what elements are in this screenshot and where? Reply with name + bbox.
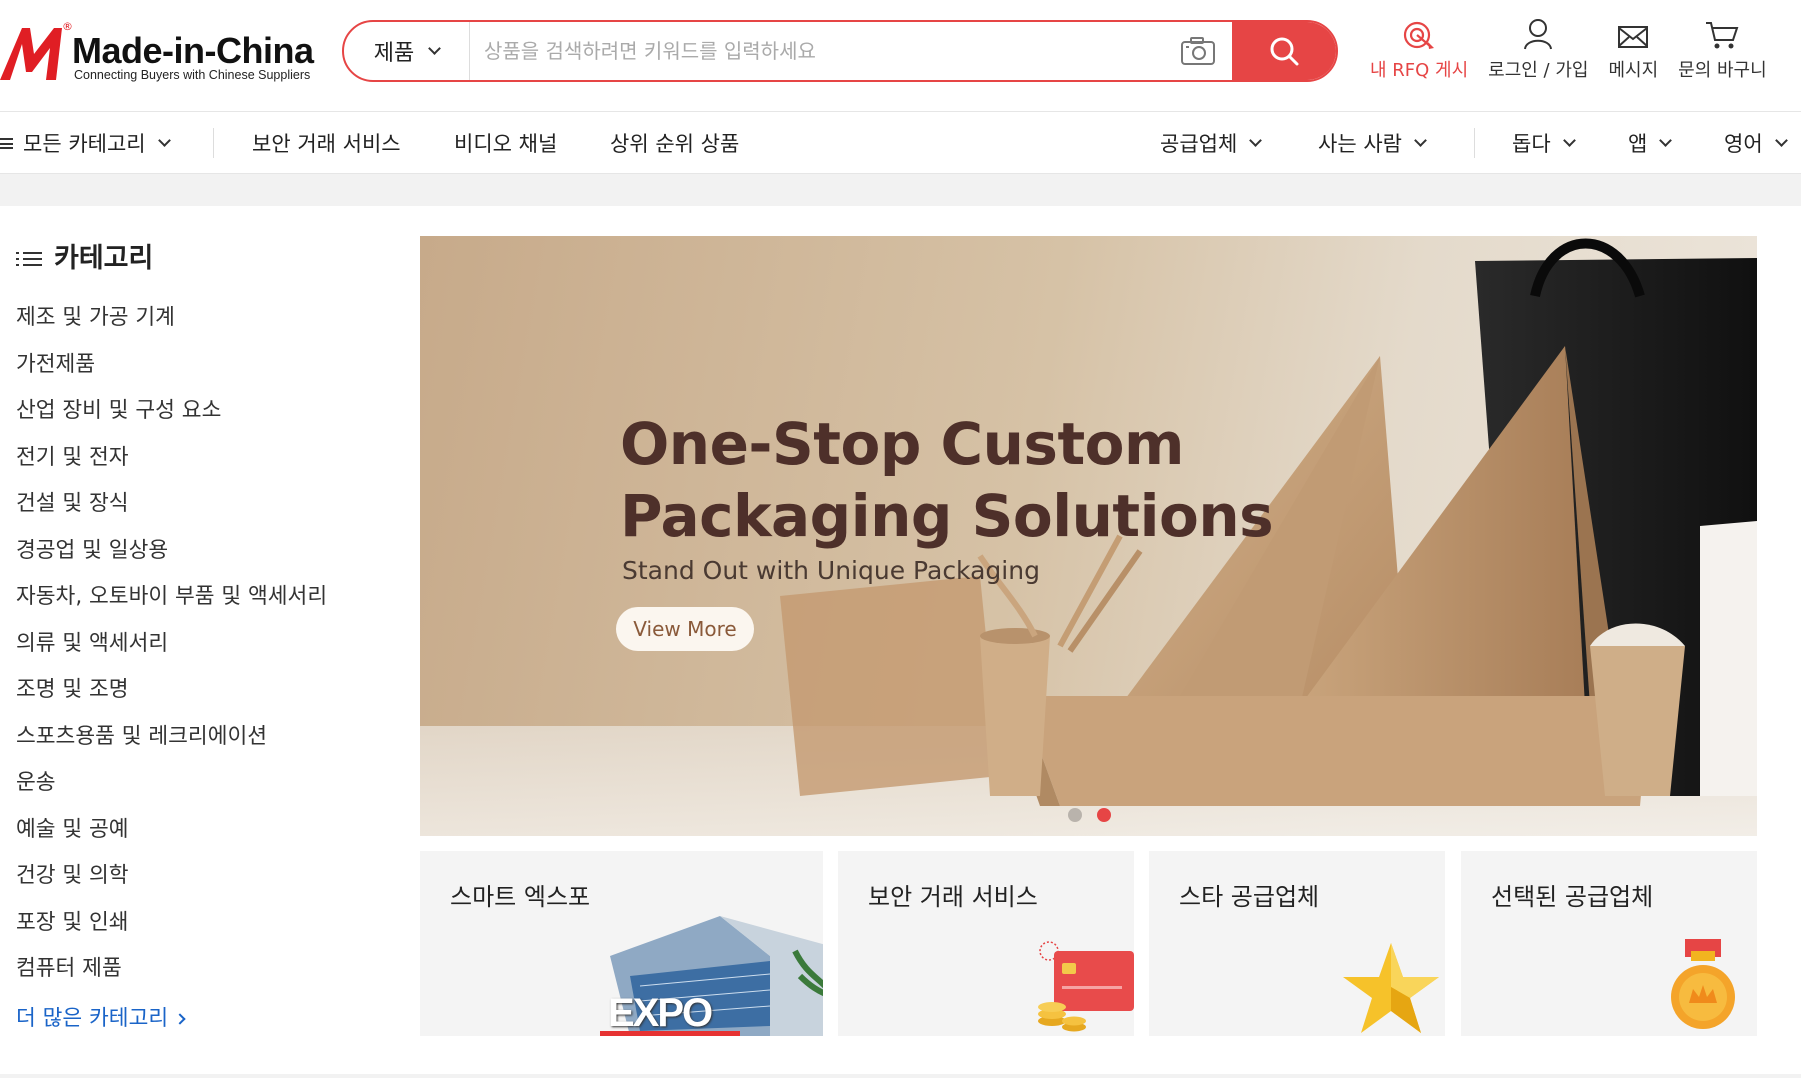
nav-top-products[interactable]: 상위 순위 상품 <box>610 112 739 174</box>
tile-smart-expo-label: 스마트 엑스포 <box>450 883 591 911</box>
user-icon <box>1524 19 1553 50</box>
sidebar-title-label: 카테고리 <box>54 243 154 274</box>
category-item[interactable]: 운송 <box>16 765 327 812</box>
tile-star-suppliers[interactable]: 스타 공급업체 <box>1149 851 1445 1036</box>
hero-banner[interactable]: One-Stop Custom Packaging Solutions Stan… <box>420 236 1757 836</box>
nav-video-channel-label: 비디오 채널 <box>454 132 558 156</box>
main-content: 카테고리 제조 및 가공 기계 가전제품 산업 장비 및 구성 요소 전기 및 … <box>0 206 1801 1074</box>
nav-secure-trade-label: 보안 거래 서비스 <box>252 132 401 156</box>
carousel-dot-2-active[interactable] <box>1097 808 1111 822</box>
messages-button[interactable]: 메시지 <box>1598 16 1668 82</box>
nav-all-categories-label: 모든 카테고리 <box>23 132 146 156</box>
search-category-select[interactable]: 제품 <box>344 22 470 80</box>
cart-icon <box>1706 22 1739 49</box>
nav-buyers-label: 사는 사람 <box>1318 132 1402 156</box>
more-categories-label: 더 많은 카테고리 <box>16 1006 169 1031</box>
header-actions: 내 RFQ 게시 로그인 / 가입 메시지 문의 바구니 <box>1360 16 1777 86</box>
search-icon <box>1270 37 1299 66</box>
chevron-down-icon <box>157 133 171 147</box>
login-signup-button[interactable]: 로그인 / 가입 <box>1478 16 1598 82</box>
sidebar-title: 카테고리 <box>14 236 153 275</box>
search-button[interactable] <box>1232 22 1336 80</box>
star-icon <box>1343 943 1439 1033</box>
tile-star-suppliers-label: 스타 공급업체 <box>1179 883 1320 911</box>
inquiry-basket-label: 문의 바구니 <box>1678 60 1767 81</box>
chevron-down-icon <box>1659 133 1673 147</box>
nav-language-label: 영어 <box>1724 132 1763 156</box>
nav-app[interactable]: 앱 <box>1628 112 1673 174</box>
nav-divider <box>213 128 214 158</box>
search-bar: 제품 <box>342 20 1338 82</box>
chevron-down-icon <box>1414 133 1427 147</box>
rfq-target-icon <box>1403 21 1435 49</box>
chevron-down-icon <box>1249 133 1263 147</box>
logo-tagline: Connecting Buyers with Chinese Suppliers <box>74 68 311 82</box>
category-list: 제조 및 가공 기계 가전제품 산업 장비 및 구성 요소 전기 및 전자 건설… <box>16 300 327 998</box>
chevron-down-icon <box>1774 133 1788 147</box>
nav-top-products-label: 상위 순위 상품 <box>610 132 740 156</box>
nav-help[interactable]: 돕다 <box>1512 112 1576 174</box>
tile-selected-suppliers[interactable]: 선택된 공급업체 <box>1461 851 1757 1036</box>
category-item[interactable]: 포장 및 인쇄 <box>16 905 327 952</box>
envelope-icon <box>1618 26 1649 48</box>
category-item[interactable]: 컴퓨터 제품 <box>16 951 327 998</box>
nav-divider <box>1474 128 1475 158</box>
carousel-dot-1[interactable] <box>1068 808 1082 822</box>
top-nav: 모든 카테고리 보안 거래 서비스 비디오 채널 상위 순위 상품 공급업체 사… <box>0 112 1801 174</box>
chevron-down-icon <box>428 41 442 55</box>
banner-title-line-1: One-Stop Custom <box>620 410 1184 478</box>
banner-title: One-Stop Custom Packaging Solutions <box>620 408 1274 552</box>
nav-help-label: 돕다 <box>1512 132 1551 156</box>
tile-secure-trade[interactable]: 보안 거래 서비스 <box>838 851 1134 1036</box>
search-input[interactable] <box>484 31 1084 71</box>
logo-m-icon <box>0 28 62 80</box>
header: ® Made-in-China Connecting Buyers with C… <box>0 0 1801 112</box>
expo-image-text: EXPO <box>608 991 713 1035</box>
category-item[interactable]: 예술 및 공예 <box>16 812 327 859</box>
nav-buyers[interactable]: 사는 사람 <box>1318 112 1427 174</box>
tile-secure-trade-label: 보안 거래 서비스 <box>868 883 1038 911</box>
category-item[interactable]: 경공업 및 일상용 <box>16 533 327 580</box>
hamburger-icon <box>0 137 13 149</box>
category-item[interactable]: 의류 및 액세서리 <box>16 626 327 673</box>
list-icon <box>16 251 42 266</box>
category-item[interactable]: 조명 및 조명 <box>16 672 327 719</box>
category-item[interactable]: 산업 장비 및 구성 요소 <box>16 393 327 440</box>
logo[interactable]: ® Made-in-China Connecting Buyers with C… <box>0 20 320 90</box>
nav-suppliers-label: 공급업체 <box>1160 132 1238 156</box>
banner-title-line-2: Packaging Solutions <box>620 482 1274 550</box>
banner-subtitle: Stand Out with Unique Packaging <box>622 556 1040 585</box>
category-item[interactable]: 제조 및 가공 기계 <box>16 300 327 347</box>
login-signup-label: 로그인 / 가입 <box>1488 60 1589 81</box>
camera-icon[interactable] <box>1180 35 1216 67</box>
category-item[interactable]: 건강 및 의학 <box>16 858 327 905</box>
nav-app-label: 앱 <box>1628 132 1648 156</box>
tile-smart-expo[interactable]: 스마트 엑스포 EXPO <box>420 851 823 1036</box>
chevron-right-icon <box>174 1012 186 1025</box>
medal-icon <box>1671 939 1735 1029</box>
category-item[interactable]: 건설 및 장식 <box>16 486 327 533</box>
more-categories-link[interactable]: 더 많은 카테고리 <box>16 1001 186 1032</box>
nav-language[interactable]: 영어 <box>1724 112 1788 174</box>
tile-selected-suppliers-label: 선택된 공급업체 <box>1491 883 1654 911</box>
category-item[interactable]: 전기 및 전자 <box>16 440 327 487</box>
nav-secure-trade[interactable]: 보안 거래 서비스 <box>252 112 401 174</box>
post-rfq-button[interactable]: 내 RFQ 게시 <box>1360 16 1478 82</box>
nav-suppliers[interactable]: 공급업체 <box>1160 112 1263 174</box>
view-more-button[interactable]: View More <box>616 607 754 651</box>
category-sidebar: 카테고리 제조 및 가공 기계 가전제품 산업 장비 및 구성 요소 전기 및 … <box>0 206 400 1074</box>
search-category-label: 제품 <box>373 41 415 66</box>
inquiry-basket-button[interactable]: 문의 바구니 <box>1668 16 1777 82</box>
nav-video-channel[interactable]: 비디오 채널 <box>454 112 557 174</box>
chevron-down-icon <box>1562 133 1576 147</box>
category-item[interactable]: 자동차, 오토바이 부품 및 액세서리 <box>16 579 327 626</box>
post-rfq-label: 내 RFQ 게시 <box>1370 60 1469 81</box>
category-item[interactable]: 스포츠용품 및 레크리에이션 <box>16 719 327 766</box>
messages-label: 메시지 <box>1608 60 1659 81</box>
category-item[interactable]: 가전제품 <box>16 347 327 394</box>
logo-text: Made-in-China <box>72 30 314 71</box>
credit-card-coins-icon <box>1038 941 1134 1032</box>
nav-all-categories[interactable]: 모든 카테고리 <box>0 112 171 174</box>
